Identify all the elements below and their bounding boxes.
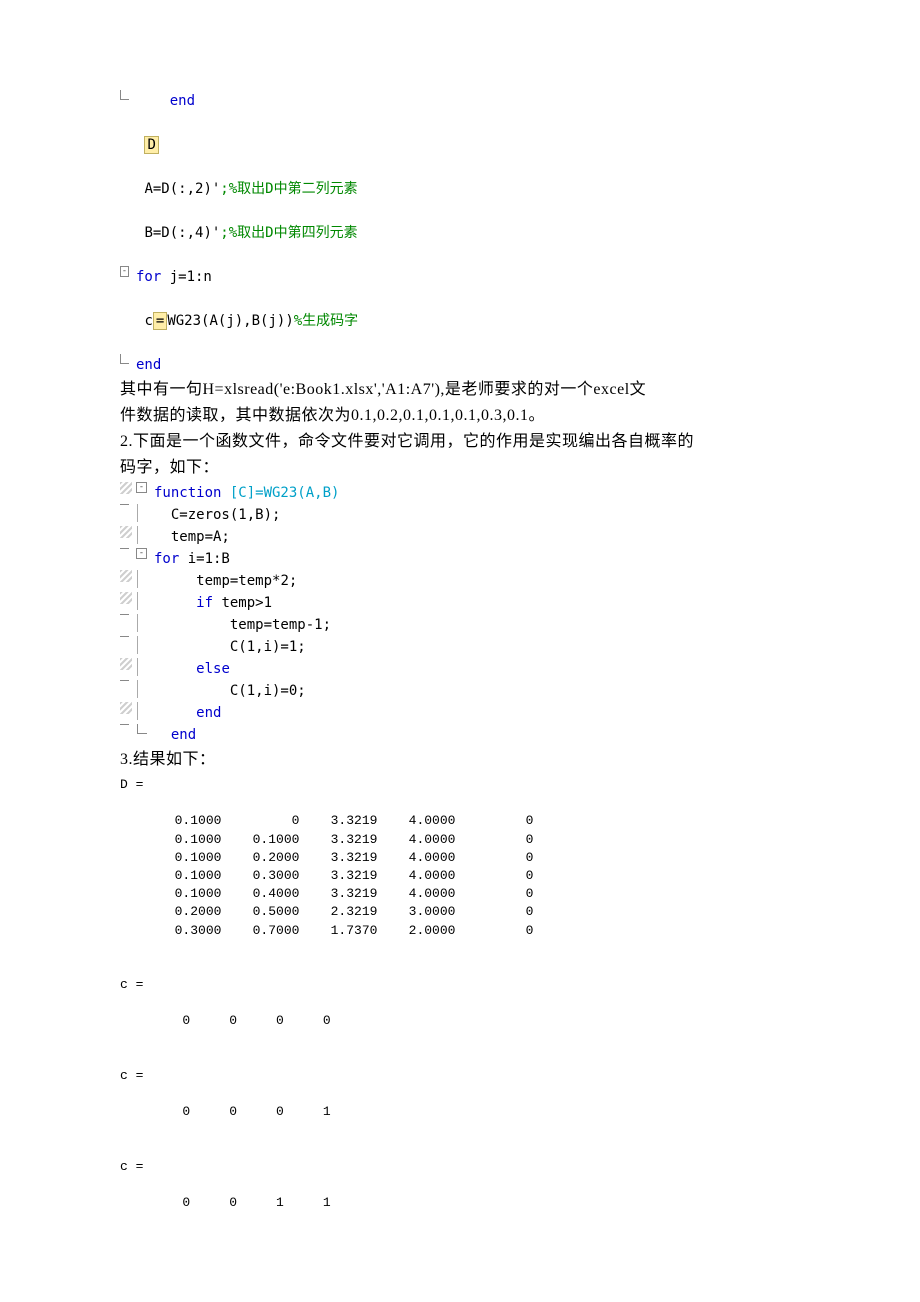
paragraph-line-3: 2.下面是一个函数文件，命令文件要对它调用，它的作用是实现编出各自概率的: [120, 430, 800, 454]
paragraph-line-1: 其中有一句H=xlsread('e:Book1.xlsx','A1:A7'),是…: [120, 378, 800, 402]
code-line: temp=A;: [114, 526, 800, 548]
code-text: [136, 288, 800, 310]
code-text: C(1,i)=0;: [154, 680, 800, 702]
code-text: [136, 244, 800, 266]
code-text: [136, 112, 800, 134]
code-line: -for j=1:n: [120, 266, 800, 288]
code-line: if temp>1: [114, 592, 800, 614]
gutter-hatch-icon: [120, 702, 132, 714]
fold-corner-icon: [137, 724, 147, 734]
gutter-dash-icon: [120, 636, 129, 637]
code-line: [120, 112, 800, 134]
code-text: end: [136, 354, 800, 376]
code-block-2: -function [C]=WG23(A,B) C=zeros(1,B); te…: [114, 482, 800, 746]
document-page: end D A=D(:,2)';%取出D中第二列元素 B=D(:,4)';%取出…: [0, 0, 920, 1299]
code-line: end: [120, 354, 800, 376]
gutter-dash-icon: [120, 680, 129, 681]
code-line: [120, 244, 800, 266]
code-line: [120, 200, 800, 222]
code-line: else: [114, 658, 800, 680]
fold-box-icon: -: [136, 482, 147, 493]
code-line: [120, 332, 800, 354]
code-text: end: [136, 90, 800, 112]
fold-pipe-icon: [137, 680, 147, 698]
code-text: [136, 156, 800, 178]
code-text: C=zeros(1,B);: [154, 504, 800, 526]
gutter-dash-icon: [120, 724, 129, 725]
code-line: A=D(:,2)';%取出D中第二列元素: [120, 178, 800, 200]
fold-pipe-icon: [137, 614, 147, 632]
code-text: A=D(:,2)';%取出D中第二列元素: [136, 178, 800, 200]
code-text: [136, 332, 800, 354]
gutter-hatch-icon: [120, 570, 132, 582]
code-text: temp=temp-1;: [154, 614, 800, 636]
gutter-dash-icon: [120, 614, 129, 615]
code-text: temp=temp*2;: [154, 570, 800, 592]
code-line: end: [114, 724, 800, 746]
fold-pipe-icon: [137, 636, 147, 654]
fold-box-icon: -: [136, 548, 147, 559]
gutter-dash-icon: [120, 548, 129, 549]
code-text: temp=A;: [154, 526, 800, 548]
result-heading: 3.结果如下：: [120, 748, 800, 772]
gutter-hatch-icon: [120, 482, 132, 494]
fold-pipe-icon: [137, 504, 147, 522]
code-line: temp=temp-1;: [114, 614, 800, 636]
fold-corner-icon: [120, 354, 129, 364]
code-text: end: [154, 724, 800, 746]
code-text: C(1,i)=1;: [154, 636, 800, 658]
code-line: C(1,i)=1;: [114, 636, 800, 658]
code-line: end: [120, 90, 800, 112]
fold-box-icon: -: [120, 266, 129, 277]
fold-pipe-icon: [137, 702, 147, 720]
code-line: -function [C]=WG23(A,B): [114, 482, 800, 504]
fold-corner-icon: [120, 90, 129, 100]
code-line: temp=temp*2;: [114, 570, 800, 592]
code-text: for j=1:n: [136, 266, 800, 288]
code-block-1: end D A=D(:,2)';%取出D中第二列元素 B=D(:,4)';%取出…: [120, 90, 800, 376]
code-line: B=D(:,4)';%取出D中第四列元素: [120, 222, 800, 244]
code-line: C(1,i)=0;: [114, 680, 800, 702]
code-text: end: [154, 702, 800, 724]
fold-pipe-icon: [137, 526, 147, 544]
fold-pipe-icon: [137, 592, 147, 610]
gutter-hatch-icon: [120, 592, 132, 604]
code-text: c=WG23(A(j),B(j))%生成码字: [136, 310, 800, 332]
code-line: D: [120, 134, 800, 156]
code-line: end: [114, 702, 800, 724]
code-line: C=zeros(1,B);: [114, 504, 800, 526]
code-text: if temp>1: [154, 592, 800, 614]
code-text: B=D(:,4)';%取出D中第四列元素: [136, 222, 800, 244]
code-line: [120, 156, 800, 178]
code-line: [120, 288, 800, 310]
paragraph-line-2: 件数据的读取，其中数据依次为0.1,0.2,0.1,0.1,0.1,0.3,0.…: [120, 404, 800, 428]
gutter-hatch-icon: [120, 526, 132, 538]
output-block: D = 0.1000 0 3.3219 4.0000 0 0.1000 0.10…: [120, 776, 800, 1249]
gutter-dash-icon: [120, 504, 129, 505]
gutter-hatch-icon: [120, 658, 132, 670]
code-text: function [C]=WG23(A,B): [154, 482, 800, 504]
code-text: else: [154, 658, 800, 680]
code-text: D: [136, 134, 800, 156]
code-line: -for i=1:B: [114, 548, 800, 570]
code-text: [136, 200, 800, 222]
fold-pipe-icon: [137, 658, 147, 676]
code-text: for i=1:B: [154, 548, 800, 570]
code-line: c=WG23(A(j),B(j))%生成码字: [120, 310, 800, 332]
fold-pipe-icon: [137, 570, 147, 588]
paragraph-line-4: 码字，如下：: [120, 456, 800, 480]
